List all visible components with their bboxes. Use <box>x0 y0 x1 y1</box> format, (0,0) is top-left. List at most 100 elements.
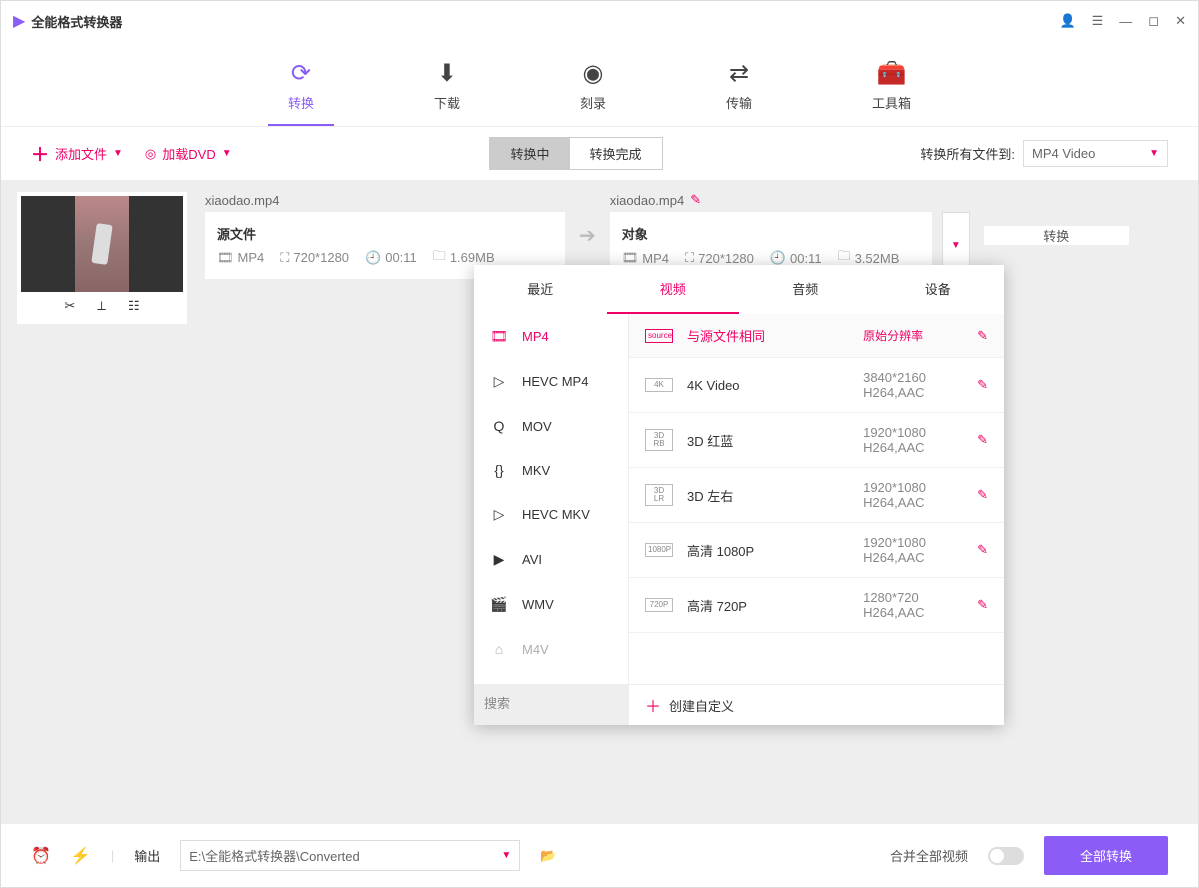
cut-icon[interactable]: ✂ <box>64 298 75 314</box>
edit-icon[interactable]: ✎ <box>977 377 988 393</box>
chevron-down-icon: ▼ <box>501 850 511 861</box>
format-item-mkv[interactable]: {}MKV <box>474 448 628 492</box>
target-duration: 🕘 00:11 <box>770 250 822 266</box>
app-title: 全能格式转换器 <box>31 12 122 31</box>
main-tabs: ⟳ 转换 ⬇ 下载 ◉ 刻录 ⇄ 传输 🧰 工具箱 <box>1 41 1198 126</box>
tab-transfer[interactable]: ⇄ 传输 <box>706 51 772 126</box>
minimize-button[interactable]: — <box>1119 14 1132 29</box>
target-title: 对象 <box>622 224 920 243</box>
tab-burn[interactable]: ◉ 刻录 <box>560 51 626 126</box>
speed-icon[interactable]: ⚡ <box>71 846 91 866</box>
convert-all-select[interactable]: MP4 Video ▼ <box>1023 140 1168 167</box>
preset-same-as-source[interactable]: source 与源文件相同 原始分辨率 ✎ <box>629 314 1004 358</box>
create-custom-label: 创建自定义 <box>669 696 734 715</box>
tab-convert[interactable]: ⟳ 转换 <box>268 51 334 126</box>
disc-icon: ◎ <box>145 146 156 162</box>
edit-icon[interactable]: ✎ <box>977 487 988 503</box>
sub-toolbar: ＋ 添加文件 ▼ ◎ 加载DVD ▼ 转换中 转换完成 转换所有文件到: MP4… <box>1 126 1198 180</box>
format-item-m4v[interactable]: ⌂M4V <box>474 627 628 671</box>
close-button[interactable]: ✕ <box>1175 13 1186 29</box>
tab-convert-label: 转换 <box>288 93 314 112</box>
preset-badge: 720P <box>645 598 673 612</box>
convert-button[interactable]: 转换 <box>984 226 1129 245</box>
tab-done[interactable]: 转换完成 <box>570 138 662 169</box>
popup-tab-audio[interactable]: 音频 <box>739 265 872 314</box>
plus-icon: ＋ <box>645 693 661 717</box>
create-custom-button[interactable]: ＋ 创建自定义 <box>629 685 1004 725</box>
film-icon: 🎞 <box>488 328 510 345</box>
target-format: 🎞 MP4 <box>622 250 669 266</box>
quicktime-icon: Q <box>488 418 510 434</box>
user-icon[interactable]: 👤 <box>1059 13 1075 29</box>
convert-icon: ⟳ <box>291 59 311 87</box>
edit-icon[interactable]: ✎ <box>977 432 988 448</box>
load-dvd-label: 加载DVD <box>162 144 215 163</box>
preset-4k[interactable]: 4K 4K Video 3840*2160H264,AAC ✎ <box>629 358 1004 413</box>
format-item-mp4[interactable]: 🎞MP4 <box>474 314 628 359</box>
preset-badge: 1080P <box>645 543 673 557</box>
download-icon: ⬇ <box>437 59 457 87</box>
convert-all-to: 转换所有文件到: MP4 Video ▼ <box>920 140 1168 167</box>
thumbnail-column: ✂ ⟂ ☷ <box>17 192 187 324</box>
output-path-select[interactable]: E:\全能格式转换器\Converted ▼ <box>180 840 520 871</box>
merge-label: 合并全部视频 <box>890 846 968 865</box>
output-path-value: E:\全能格式转换器\Converted <box>189 846 360 865</box>
maximize-button[interactable]: ◻ <box>1148 13 1159 29</box>
title-bar: ▶ 全能格式转换器 👤 ☰ — ◻ ✕ <box>1 1 1198 41</box>
preset-3d-lr[interactable]: 3D LR 3D 左右 1920*1080H264,AAC ✎ <box>629 468 1004 523</box>
source-duration: 🕘 00:11 <box>365 250 417 266</box>
alarm-icon[interactable]: ⏰ <box>31 846 51 866</box>
preset-list[interactable]: source 与源文件相同 原始分辨率 ✎ 4K 4K Video 3840*2… <box>629 314 1004 684</box>
edit-icon[interactable]: ✎ <box>977 597 988 613</box>
merge-toggle[interactable] <box>988 847 1024 865</box>
open-folder-icon[interactable]: 📂 <box>540 848 556 864</box>
format-list[interactable]: 🎞MP4 ▷HEVC MP4 QMOV {}MKV ▷HEVC MKV ▶AVI… <box>474 314 629 684</box>
chevron-down-icon: ▼ <box>113 148 123 159</box>
preset-3d-rb[interactable]: 3D RB 3D 红蓝 1920*1080H264,AAC ✎ <box>629 413 1004 468</box>
plus-icon: ＋ <box>31 141 49 167</box>
popup-tab-video[interactable]: 视频 <box>607 265 740 314</box>
tab-burn-label: 刻录 <box>580 93 606 112</box>
tab-in-progress[interactable]: 转换中 <box>490 138 569 169</box>
load-dvd-button[interactable]: ◎ 加载DVD ▼ <box>145 144 232 163</box>
video-thumbnail[interactable] <box>21 196 183 292</box>
crop-icon[interactable]: ⟂ <box>97 298 106 314</box>
toolbox-icon: 🧰 <box>877 59 907 87</box>
bottom-bar: ⏰ ⚡ | 输出 E:\全能格式转换器\Converted ▼ 📂 合并全部视频… <box>1 823 1198 887</box>
popup-tab-device[interactable]: 设备 <box>872 265 1005 314</box>
tab-toolbox[interactable]: 🧰 工具箱 <box>852 51 931 126</box>
edit-icon[interactable]: ✎ <box>977 328 988 344</box>
arrow-right-icon: ➔ <box>579 223 596 248</box>
format-item-wmv[interactable]: 🎬WMV <box>474 582 628 627</box>
preset-badge: 3D LR <box>645 484 673 506</box>
tab-toolbox-label: 工具箱 <box>872 93 911 112</box>
preset-1080p[interactable]: 1080P 高清 1080P 1920*1080H264,AAC ✎ <box>629 523 1004 578</box>
status-tabs: 转换中 转换完成 <box>489 137 662 170</box>
target-filename: xiaodao.mp4 ✎ <box>610 192 970 208</box>
hevc-icon: ▷ <box>488 373 510 390</box>
convert-all-button[interactable]: 全部转换 <box>1044 836 1168 875</box>
format-item-avi[interactable]: ▶AVI <box>474 537 628 582</box>
tab-transfer-label: 传输 <box>726 93 752 112</box>
adjust-icon[interactable]: ☷ <box>128 298 140 314</box>
add-file-label: 添加文件 <box>55 144 107 163</box>
menu-icon[interactable]: ☰ <box>1092 13 1104 29</box>
source-format: 🎞 MP4 <box>217 250 264 266</box>
popup-footer: 搜索 ＋ 创建自定义 <box>474 684 1004 725</box>
preset-720p[interactable]: 720P 高清 720P 1280*720H264,AAC ✎ <box>629 578 1004 633</box>
play-circle-icon: ▶ <box>488 551 510 568</box>
tab-download[interactable]: ⬇ 下载 <box>414 51 480 126</box>
edit-icon[interactable]: ✎ <box>977 542 988 558</box>
format-item-mov[interactable]: QMOV <box>474 404 628 448</box>
format-item-hevc-mp4[interactable]: ▷HEVC MP4 <box>474 359 628 404</box>
format-item-hevc-mkv[interactable]: ▷HEVC MKV <box>474 492 628 537</box>
format-search[interactable]: 搜索 <box>474 685 629 725</box>
transfer-icon: ⇄ <box>729 59 749 87</box>
tab-download-label: 下载 <box>434 93 460 112</box>
edit-icon[interactable]: ✎ <box>690 192 701 208</box>
hevc-icon: ▷ <box>488 506 510 523</box>
content-area: ✂ ⟂ ☷ xiaodao.mp4 源文件 🎞 MP4 ⛶ 720*1280 🕘… <box>1 180 1198 823</box>
popup-tab-recent[interactable]: 最近 <box>474 265 607 314</box>
add-file-button[interactable]: ＋ 添加文件 ▼ <box>31 141 123 167</box>
mkv-icon: {} <box>488 462 510 478</box>
